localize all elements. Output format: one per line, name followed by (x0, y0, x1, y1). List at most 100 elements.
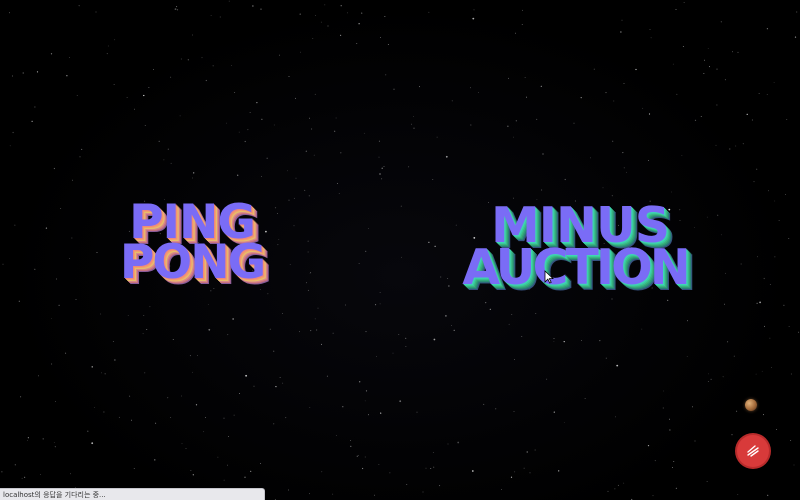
star (201, 57, 203, 59)
star (359, 381, 361, 383)
star (356, 455, 358, 457)
star (546, 378, 548, 380)
star (489, 308, 491, 310)
star (315, 15, 316, 16)
star (143, 315, 145, 316)
star (590, 157, 591, 159)
star (419, 86, 420, 88)
star (662, 407, 664, 409)
star (245, 374, 248, 377)
star (208, 328, 211, 331)
star (483, 403, 485, 405)
star (103, 411, 105, 413)
star (205, 417, 206, 418)
star (732, 51, 733, 53)
star (233, 414, 235, 416)
star (192, 177, 193, 179)
star (282, 313, 283, 314)
star (239, 393, 240, 394)
star (649, 29, 651, 30)
star (227, 334, 229, 336)
star (615, 416, 616, 418)
star (65, 352, 67, 354)
star (361, 12, 363, 14)
star (708, 373, 709, 375)
star (185, 448, 187, 449)
star (253, 385, 255, 387)
star (584, 398, 586, 399)
star (334, 130, 336, 132)
star (342, 406, 344, 408)
star (362, 467, 364, 470)
star (338, 193, 340, 194)
star (295, 177, 297, 179)
star (650, 37, 652, 39)
star (704, 59, 705, 61)
star (219, 16, 221, 18)
star (249, 112, 251, 113)
planet-icon (745, 399, 757, 411)
star (381, 178, 383, 180)
star (687, 320, 688, 322)
star (367, 228, 369, 229)
star (642, 107, 644, 109)
star (731, 434, 733, 436)
star (526, 96, 527, 98)
star (472, 17, 475, 20)
star (756, 302, 758, 304)
star (176, 9, 179, 11)
star (335, 117, 337, 119)
star (314, 318, 316, 320)
star (288, 489, 289, 491)
star (707, 48, 709, 49)
star (190, 470, 192, 471)
star (389, 472, 391, 474)
star (729, 148, 731, 150)
star (485, 302, 487, 304)
star (60, 208, 62, 209)
star (299, 13, 301, 15)
star (142, 333, 144, 335)
star (623, 167, 625, 169)
star (309, 117, 310, 119)
star (27, 437, 29, 439)
star (266, 157, 268, 159)
game-scene: PING PONG MINUS AUCTION localhost의 응답을 기… (0, 0, 800, 500)
star (553, 411, 555, 413)
star (306, 282, 307, 284)
star (393, 88, 395, 90)
star (167, 148, 169, 150)
star (758, 93, 760, 94)
star (515, 120, 517, 122)
star (626, 171, 627, 173)
star (327, 25, 329, 27)
star (514, 471, 516, 473)
star (541, 189, 543, 191)
star (31, 120, 33, 122)
star (226, 122, 227, 124)
star (501, 489, 502, 490)
star (599, 340, 601, 342)
star (197, 355, 198, 356)
star (406, 484, 408, 485)
star (94, 407, 95, 408)
star (451, 325, 452, 326)
star (282, 382, 284, 384)
star (716, 68, 718, 70)
star (405, 346, 407, 347)
star (368, 414, 369, 416)
star (790, 440, 792, 441)
game-title-ping-pong[interactable]: PING PONG (92, 199, 292, 287)
star (617, 484, 619, 486)
star (733, 355, 735, 357)
menu-fab-button[interactable] (737, 435, 769, 467)
star (170, 76, 172, 78)
game-title-minus-auction[interactable]: MINUS AUCTION (430, 201, 720, 292)
star (534, 449, 536, 451)
star (641, 328, 643, 330)
star (34, 106, 36, 108)
browser-status-bar: localhost의 응답을 기다리는 중... (0, 488, 265, 500)
star (58, 304, 60, 306)
star (207, 304, 209, 305)
star (317, 307, 319, 309)
